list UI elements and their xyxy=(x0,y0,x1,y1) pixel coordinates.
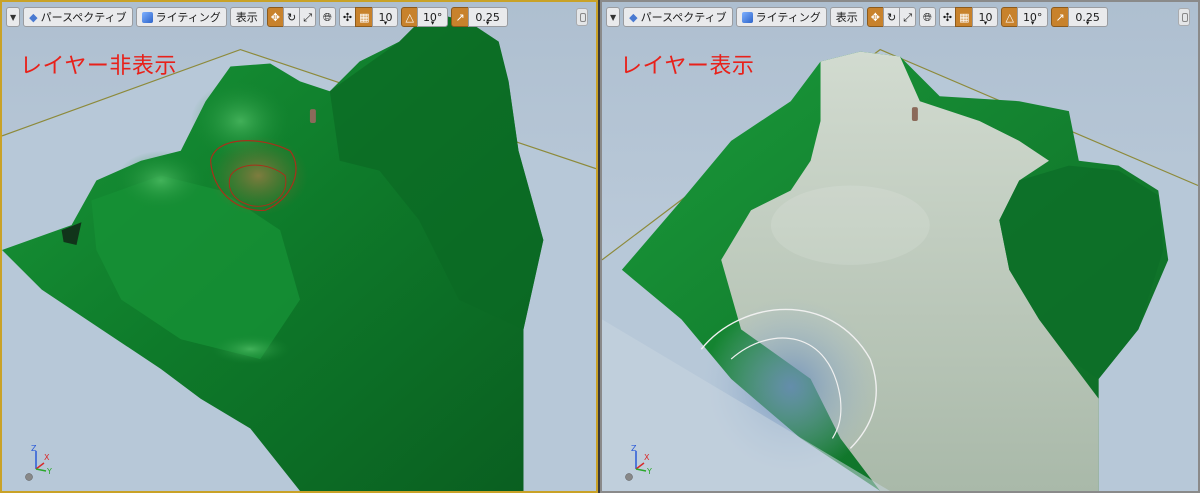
snap-icon: ✣ xyxy=(942,10,953,24)
axis-gizmo: Z X Y xyxy=(625,444,652,481)
grid-icon: ▦ xyxy=(959,10,970,24)
rotate-icon: ↻ xyxy=(887,10,897,24)
viewport-caption: レイヤー表示 xyxy=(620,54,755,79)
surface-snap-button[interactable]: ✣ xyxy=(938,7,957,27)
grid-snap-toggle[interactable]: ▦ xyxy=(355,7,374,27)
coordinate-system-button[interactable]: 🌐︎ xyxy=(919,7,936,27)
move-icon: ✥ xyxy=(870,10,880,24)
grid-icon: ▦ xyxy=(359,10,370,24)
viewport-options-button[interactable]: ▼ xyxy=(6,7,21,27)
axis-z-label: Z xyxy=(631,444,637,453)
perspective-button[interactable]: ◆ パースペクティブ xyxy=(23,7,133,27)
globe-icon: 🌐︎ xyxy=(923,10,932,24)
viewport-maximize-button[interactable] xyxy=(1178,8,1190,26)
axis-gizmo: Z X Y xyxy=(25,444,52,481)
perspective-icon: ◆ xyxy=(29,10,38,24)
lit-cube-icon xyxy=(741,11,753,23)
player-start-marker xyxy=(911,107,918,122)
grid-snap-value[interactable]: 10 ▾ xyxy=(372,7,399,27)
scale-snap-toggle[interactable]: ↗ xyxy=(451,7,469,27)
viewport-caption: レイヤー非表示 xyxy=(20,54,177,79)
move-icon: ✥ xyxy=(270,10,280,24)
rotation-snap-toggle[interactable]: △ xyxy=(1001,7,1018,27)
viewport-right[interactable]: ▼ ◆ パースペクティブ ライティング 表示 ✥ ↻ ⤢ 🌐︎ ✣ ▦ 10 ▾ … xyxy=(600,0,1200,493)
lighting-button[interactable]: ライティング xyxy=(135,7,227,27)
rotate-tool-button[interactable]: ↻ xyxy=(883,7,901,27)
perspective-label: パースペクティブ xyxy=(640,11,727,24)
rotate-tool-button[interactable]: ↻ xyxy=(283,7,301,27)
brush-falloff xyxy=(208,135,308,216)
scale-tool-button[interactable]: ⤢ xyxy=(299,7,317,27)
chevron-down-icon: ▾ xyxy=(383,19,388,27)
rotation-snap-value[interactable]: 10° ▾ xyxy=(416,7,449,27)
player-start-marker xyxy=(309,109,316,124)
chevron-down-icon: ▼ xyxy=(10,12,17,22)
scale-icon: ⤢ xyxy=(303,10,313,24)
viewport-toolbar-right: ▼ ◆ パースペクティブ ライティング 表示 ✥ ↻ ⤢ 🌐︎ ✣ ▦ 10 ▾ … xyxy=(606,6,1108,28)
show-label: 表示 xyxy=(835,11,858,24)
angle-icon: △ xyxy=(1005,10,1014,24)
show-button[interactable]: 表示 xyxy=(829,7,864,27)
lighting-button[interactable]: ライティング xyxy=(735,7,827,27)
axis-x-label: X xyxy=(644,453,650,462)
viewport-maximize-button[interactable] xyxy=(576,8,588,26)
scale-arrow-icon: ↗ xyxy=(455,10,465,24)
lighting-label: ライティング xyxy=(755,11,821,24)
rotate-icon: ↻ xyxy=(287,10,297,24)
viewport-toolbar-left: ▼ ◆ パースペクティブ ライティング 表示 ✥ ↻ ⤢ 🌐︎ ✣ ▦ 10 ▾ … xyxy=(6,6,508,28)
axis-y-label: Y xyxy=(46,467,52,476)
show-button[interactable]: 表示 xyxy=(229,7,264,27)
angle-icon: △ xyxy=(405,10,414,24)
rotation-snap-value[interactable]: 10° ▾ xyxy=(1016,7,1049,27)
chevron-down-icon: ▾ xyxy=(430,19,435,27)
chevron-down-icon: ▾ xyxy=(983,19,988,27)
show-label: 表示 xyxy=(235,11,258,24)
chevron-down-icon: ▾ xyxy=(485,19,490,27)
axis-z-label: Z xyxy=(31,444,37,453)
rotation-snap-toggle[interactable]: △ xyxy=(401,7,418,27)
scale-tool-button[interactable]: ⤢ xyxy=(899,7,917,27)
scale-snap-value[interactable]: 0.25 ▾ xyxy=(467,7,508,27)
lit-cube-icon xyxy=(141,11,153,23)
chevron-down-icon: ▼ xyxy=(610,12,617,22)
lighting-label: ライティング xyxy=(155,11,221,24)
scale-icon: ⤢ xyxy=(903,10,913,24)
translate-tool-button[interactable]: ✥ xyxy=(266,7,284,27)
perspective-icon: ◆ xyxy=(629,10,638,24)
perspective-button[interactable]: ◆ パースペクティブ xyxy=(623,7,733,27)
translate-tool-button[interactable]: ✥ xyxy=(866,7,884,27)
viewport-left[interactable]: ▼ ◆ パースペクティブ ライティング 表示 ✥ ↻ ⤢ 🌐︎ ✣ ▦ 10 ▾ … xyxy=(0,0,598,493)
globe-icon: 🌐︎ xyxy=(323,10,332,24)
axis-y-label: Y xyxy=(646,467,652,476)
chevron-down-icon: ▾ xyxy=(1030,19,1035,27)
perspective-label: パースペクティブ xyxy=(40,11,127,24)
viewport-options-button[interactable]: ▼ xyxy=(606,7,621,27)
scale-arrow-icon: ↗ xyxy=(1055,10,1065,24)
surface-snap-button[interactable]: ✣ xyxy=(338,7,357,27)
scale-snap-toggle[interactable]: ↗ xyxy=(1051,7,1069,27)
grid-snap-toggle[interactable]: ▦ xyxy=(955,7,974,27)
grid-snap-value[interactable]: 10 ▾ xyxy=(972,7,999,27)
axis-x-label: X xyxy=(44,453,50,462)
coordinate-system-button[interactable]: 🌐︎ xyxy=(319,7,336,27)
scale-snap-value[interactable]: 0.25 ▾ xyxy=(1067,7,1108,27)
snap-icon: ✣ xyxy=(342,10,353,24)
chevron-down-icon: ▾ xyxy=(1085,19,1090,27)
